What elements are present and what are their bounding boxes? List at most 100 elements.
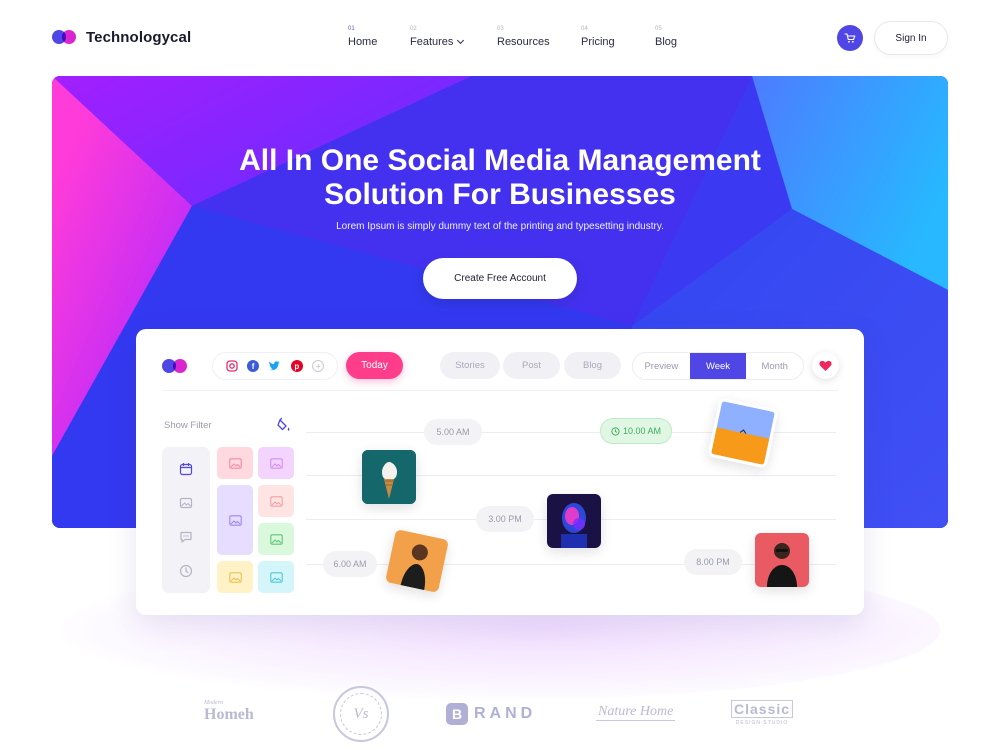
media-tile[interactable] xyxy=(258,485,294,517)
heart-icon xyxy=(819,360,832,371)
portrait-image xyxy=(755,533,809,587)
hero-subtitle: Lorem Ipsum is simply dummy text of the … xyxy=(336,221,664,232)
nav-item-pricing[interactable]: 04 Pricing xyxy=(581,26,655,48)
nav-item-blog[interactable]: 05 Blog xyxy=(655,26,695,48)
time-slot-label: 10.00 AM xyxy=(622,426,662,436)
hero-title: All In One Social Media Management Solut… xyxy=(52,144,948,212)
brand-logo-text: RAND xyxy=(474,705,537,722)
brand-logo-mark: B xyxy=(446,703,468,725)
nav-item-label: Home xyxy=(348,36,378,48)
gallery-tool[interactable] xyxy=(178,495,194,511)
top-navigation: Technologycal 01 Home 02 Features 03 Res… xyxy=(0,0,1000,76)
media-tile[interactable] xyxy=(217,447,253,479)
cart-icon xyxy=(844,33,856,43)
ice-cream-image xyxy=(362,450,416,504)
nav-item-label: Pricing xyxy=(581,36,615,48)
brand-logo-classic: Classic DESIGN STUDIO xyxy=(731,700,794,726)
media-tile[interactable] xyxy=(258,447,294,479)
image-icon xyxy=(228,457,242,469)
nav-item-label: Features xyxy=(410,36,454,48)
add-icon[interactable]: + xyxy=(312,360,325,372)
tab-stories[interactable]: Stories xyxy=(440,352,500,379)
landscape-image xyxy=(710,400,776,466)
image-icon xyxy=(269,495,283,507)
brand-logo-text: Classic xyxy=(731,700,794,718)
pinterest-icon[interactable]: p xyxy=(290,360,303,372)
cart-button[interactable] xyxy=(837,25,863,51)
filter-tools xyxy=(162,447,210,593)
nav-item-number: 04 xyxy=(581,26,588,32)
logo-text: Technologycal xyxy=(86,28,192,46)
logo-icon xyxy=(162,359,190,373)
calendar-tool[interactable] xyxy=(178,461,194,477)
nav-item-number: 05 xyxy=(655,26,662,32)
instagram-icon[interactable] xyxy=(226,360,238,372)
clock-icon xyxy=(179,564,193,578)
site-logo[interactable]: Technologycal xyxy=(52,28,191,46)
social-networks-bar: f p + xyxy=(212,352,338,380)
nav-item-number: 03 xyxy=(497,26,504,32)
scheduled-post-thumbnail[interactable] xyxy=(384,528,450,594)
nav-item-number: 01 xyxy=(348,26,355,32)
brand-logo-text: Vs xyxy=(340,693,382,735)
media-tile[interactable] xyxy=(217,561,253,593)
nav-item-home[interactable]: 01 Home xyxy=(348,26,410,48)
media-tile[interactable] xyxy=(258,523,294,555)
image-icon xyxy=(269,571,283,583)
tab-post[interactable]: Post xyxy=(503,352,560,379)
clock-icon xyxy=(611,426,620,436)
view-preview[interactable]: Preview xyxy=(633,353,690,379)
image-icon xyxy=(269,533,283,545)
time-slot[interactable]: 3.00 PM xyxy=(476,506,534,532)
comment-tool[interactable] xyxy=(178,529,194,545)
main-menu: 01 Home 02 Features 03 Resources 04 Pric… xyxy=(348,26,695,48)
media-tile[interactable] xyxy=(217,485,253,555)
time-slot-active[interactable]: 10.00 AM xyxy=(600,418,672,444)
scheduled-post-thumbnail[interactable] xyxy=(547,494,601,548)
clock-tool[interactable] xyxy=(178,563,194,579)
nav-item-features[interactable]: 02 Features xyxy=(410,26,497,48)
nav-item-resources[interactable]: 03 Resources xyxy=(497,26,581,48)
image-icon xyxy=(269,457,283,469)
image-icon xyxy=(228,514,242,526)
view-month[interactable]: Month xyxy=(746,353,803,379)
brand-logo-subtext: DESIGN STUDIO xyxy=(735,720,789,726)
dashboard-preview: f p + Today Stories Post Blog Preview We… xyxy=(136,329,864,615)
view-week[interactable]: Week xyxy=(689,353,747,379)
create-account-button[interactable]: Create Free Account xyxy=(423,258,577,299)
comment-icon xyxy=(180,531,192,543)
today-button[interactable]: Today xyxy=(346,352,403,379)
brand-logo-text: Homeh xyxy=(204,706,254,723)
logo-icon xyxy=(52,28,80,46)
paint-bucket-icon[interactable] xyxy=(276,417,292,433)
brand-logo-nature-home: Nature Home xyxy=(596,704,676,721)
show-filter-label[interactable]: Show Filter xyxy=(164,420,212,431)
scheduled-post-thumbnail[interactable] xyxy=(362,450,416,504)
scheduled-post-thumbnail[interactable] xyxy=(755,533,809,587)
scheduled-post-thumbnail[interactable] xyxy=(707,397,779,469)
image-gallery-icon xyxy=(179,497,193,509)
calendar-icon xyxy=(179,463,193,476)
time-slot[interactable]: 8.00 PM xyxy=(684,549,742,575)
nav-item-label: Resources xyxy=(497,36,550,48)
brand-logo-homeh: Modern Homeh xyxy=(204,700,254,724)
brand-logo-brand: B RAND xyxy=(446,703,536,725)
divider xyxy=(162,390,838,391)
nav-item-number: 02 xyxy=(410,26,417,32)
neon-portrait-image xyxy=(547,494,601,548)
time-slot[interactable]: 5.00 AM xyxy=(424,419,482,445)
tab-blog[interactable]: Blog xyxy=(564,352,621,379)
chevron-down-icon xyxy=(457,36,465,45)
hero-title-line-2: Solution For Businesses xyxy=(324,178,676,211)
favorite-button[interactable] xyxy=(812,352,839,379)
view-switcher: Preview Week Month xyxy=(632,352,804,380)
portrait-image xyxy=(384,528,450,594)
twitter-icon[interactable] xyxy=(268,360,281,372)
time-slot[interactable]: 6.00 AM xyxy=(323,551,377,577)
partner-logos: Modern Homeh Vs B RAND Nature Home Class… xyxy=(0,686,1000,742)
brand-logo-text: Nature Home xyxy=(598,704,674,719)
facebook-icon[interactable]: f xyxy=(247,360,260,372)
hero-title-line-1: All In One Social Media Management xyxy=(239,144,761,177)
sign-in-button[interactable]: Sign In xyxy=(874,21,948,55)
media-tile[interactable] xyxy=(258,561,294,593)
